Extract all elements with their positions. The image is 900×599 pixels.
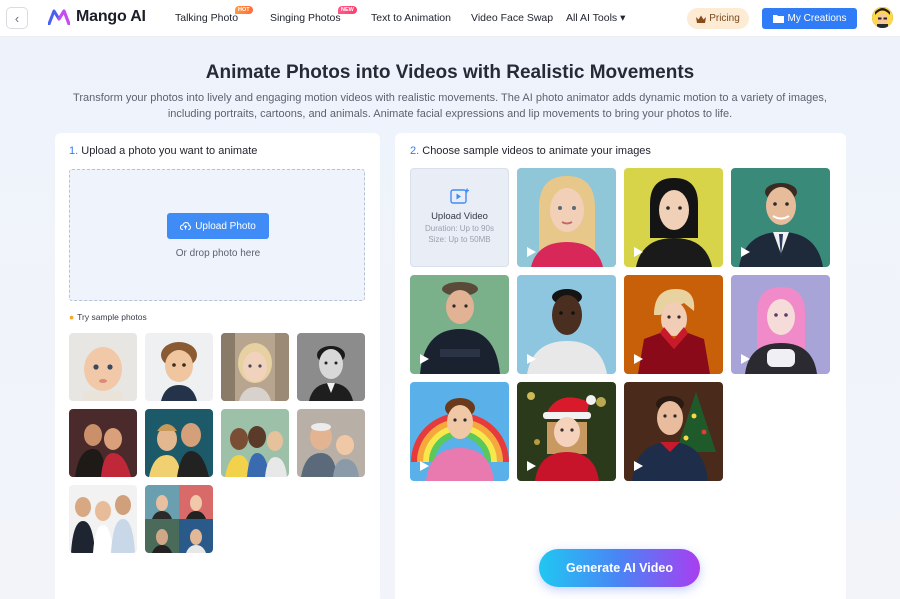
step-number: 1.: [69, 145, 79, 157]
play-icon: [741, 354, 750, 364]
sample-video-rainbow-man[interactable]: [410, 382, 509, 481]
baby-portrait-image: [69, 333, 137, 401]
lightbulb-icon: ●: [69, 312, 75, 322]
sample-photo-group-friends[interactable]: [221, 409, 289, 477]
two-women-image: [145, 409, 213, 477]
sample-video-businessman[interactable]: [731, 168, 830, 267]
grandpa-child-image: [297, 409, 365, 477]
sample-video-christmas-man[interactable]: [624, 382, 723, 481]
nav-talking-photo[interactable]: Talking Photo HOT: [175, 6, 253, 24]
play-icon: [527, 247, 536, 257]
upload-photo-label: Upload Photo: [195, 220, 256, 232]
sample-photo-collage[interactable]: [145, 485, 213, 553]
pricing-button[interactable]: Pricing: [687, 8, 749, 29]
photo-dropzone[interactable]: Upload Photo Or drop photo here: [69, 169, 365, 301]
step-label: Choose sample videos to animate your ima…: [422, 145, 651, 157]
nav-all-ai-tools[interactable]: All AI Tools ▾: [566, 12, 625, 24]
logo[interactable]: Mango AI: [48, 8, 146, 26]
couple-traditional-image: [69, 409, 137, 477]
step-number: 2.: [410, 145, 420, 157]
video-add-icon: [449, 188, 469, 204]
sample-video-fantasy-queen[interactable]: [624, 275, 723, 374]
upload-video-title: Upload Video: [431, 211, 488, 222]
upload-photo-button[interactable]: Upload Photo: [167, 213, 269, 239]
upload-video-tile[interactable]: Upload Video Duration: Up to 90s Size: U…: [410, 168, 509, 267]
family-group-image: [69, 485, 137, 553]
play-icon: [741, 247, 750, 257]
nav-text-to-animation[interactable]: Text to Animation: [371, 12, 451, 24]
sample-photo-woman-street[interactable]: [221, 333, 289, 401]
four-portraits-collage-image: [145, 485, 213, 553]
chevron-left-icon: ‹: [14, 10, 20, 26]
cloud-upload-icon: [180, 222, 192, 230]
sample-video-robot-girl[interactable]: [731, 275, 830, 374]
nav-label: Video Face Swap: [471, 12, 554, 24]
my-creations-button[interactable]: My Creations: [762, 8, 857, 29]
sample-photo-boy[interactable]: [145, 333, 213, 401]
sample-photo-baby[interactable]: [69, 333, 137, 401]
crown-icon: [696, 15, 707, 23]
upload-video-duration: Duration: Up to 90s: [425, 224, 494, 233]
step-label: Upload a photo you want to animate: [81, 145, 258, 157]
play-icon: [420, 354, 429, 364]
nav-label: Talking Photo: [175, 12, 239, 24]
folder-icon: [772, 15, 784, 23]
step-2-title: 2. Choose sample videos to animate your …: [410, 145, 651, 157]
play-icon: [634, 247, 643, 257]
nav-label: All AI Tools ▾: [566, 12, 626, 24]
nav-video-face-swap[interactable]: Video Face Swap: [471, 12, 553, 24]
sample-photo-couple-traditional[interactable]: [69, 409, 137, 477]
page-description: Transform your photos into lively and en…: [73, 92, 827, 120]
my-creations-label: My Creations: [787, 13, 847, 24]
new-badge: NEW: [338, 6, 357, 14]
upload-photo-panel: 1. Upload a photo you want to animate Up…: [55, 133, 380, 599]
logo-text: Mango AI: [76, 8, 146, 25]
drop-hint: Or drop photo here: [175, 248, 261, 259]
play-icon: [634, 461, 643, 471]
sample-video-young-man[interactable]: [517, 275, 616, 374]
step-1-title: 1. Upload a photo you want to animate: [69, 145, 257, 157]
generate-ai-video-button[interactable]: Generate AI Video: [539, 549, 700, 587]
nav-label: Text to Animation: [371, 12, 451, 24]
man-black-white-portrait-image: [297, 333, 365, 401]
try-label-text: Try sample photos: [77, 312, 147, 322]
sample-photo-family[interactable]: [69, 485, 137, 553]
sample-videos-panel: 2. Choose sample videos to animate your …: [395, 133, 846, 599]
nav-label: Singing Photos: [270, 12, 341, 24]
top-navigation-bar: ‹ Mango AI Talking Photo HOT Singing Pho…: [0, 0, 900, 37]
pricing-label: Pricing: [709, 13, 740, 24]
boy-portrait-image: [145, 333, 213, 401]
play-icon: [527, 461, 536, 471]
user-avatar[interactable]: [872, 7, 893, 28]
mango-logo-icon: [48, 9, 70, 25]
sample-video-asian-woman[interactable]: [624, 168, 723, 267]
sample-photo-grandpa-child[interactable]: [297, 409, 365, 477]
nav-singing-photos[interactable]: Singing Photos NEW: [270, 6, 357, 24]
sample-video-blonde-woman[interactable]: [517, 168, 616, 267]
hot-badge: HOT: [235, 6, 253, 14]
page-title: Animate Photos into Videos with Realisti…: [205, 62, 695, 83]
back-button[interactable]: ‹: [6, 7, 28, 29]
play-icon: [527, 354, 536, 364]
try-sample-photos-label: ● Try sample photos: [69, 312, 147, 322]
play-icon: [634, 354, 643, 364]
avatar-face-icon: [872, 7, 893, 28]
sample-photo-two-women[interactable]: [145, 409, 213, 477]
play-icon: [420, 461, 429, 471]
sample-video-old-man-cap[interactable]: [410, 275, 509, 374]
upload-video-size: Size: Up to 50MB: [428, 235, 491, 244]
sample-video-christmas-girl[interactable]: [517, 382, 616, 481]
sample-photo-man-bw[interactable]: [297, 333, 365, 401]
woman-street-portrait-image: [221, 333, 289, 401]
group-friends-image: [221, 409, 289, 477]
